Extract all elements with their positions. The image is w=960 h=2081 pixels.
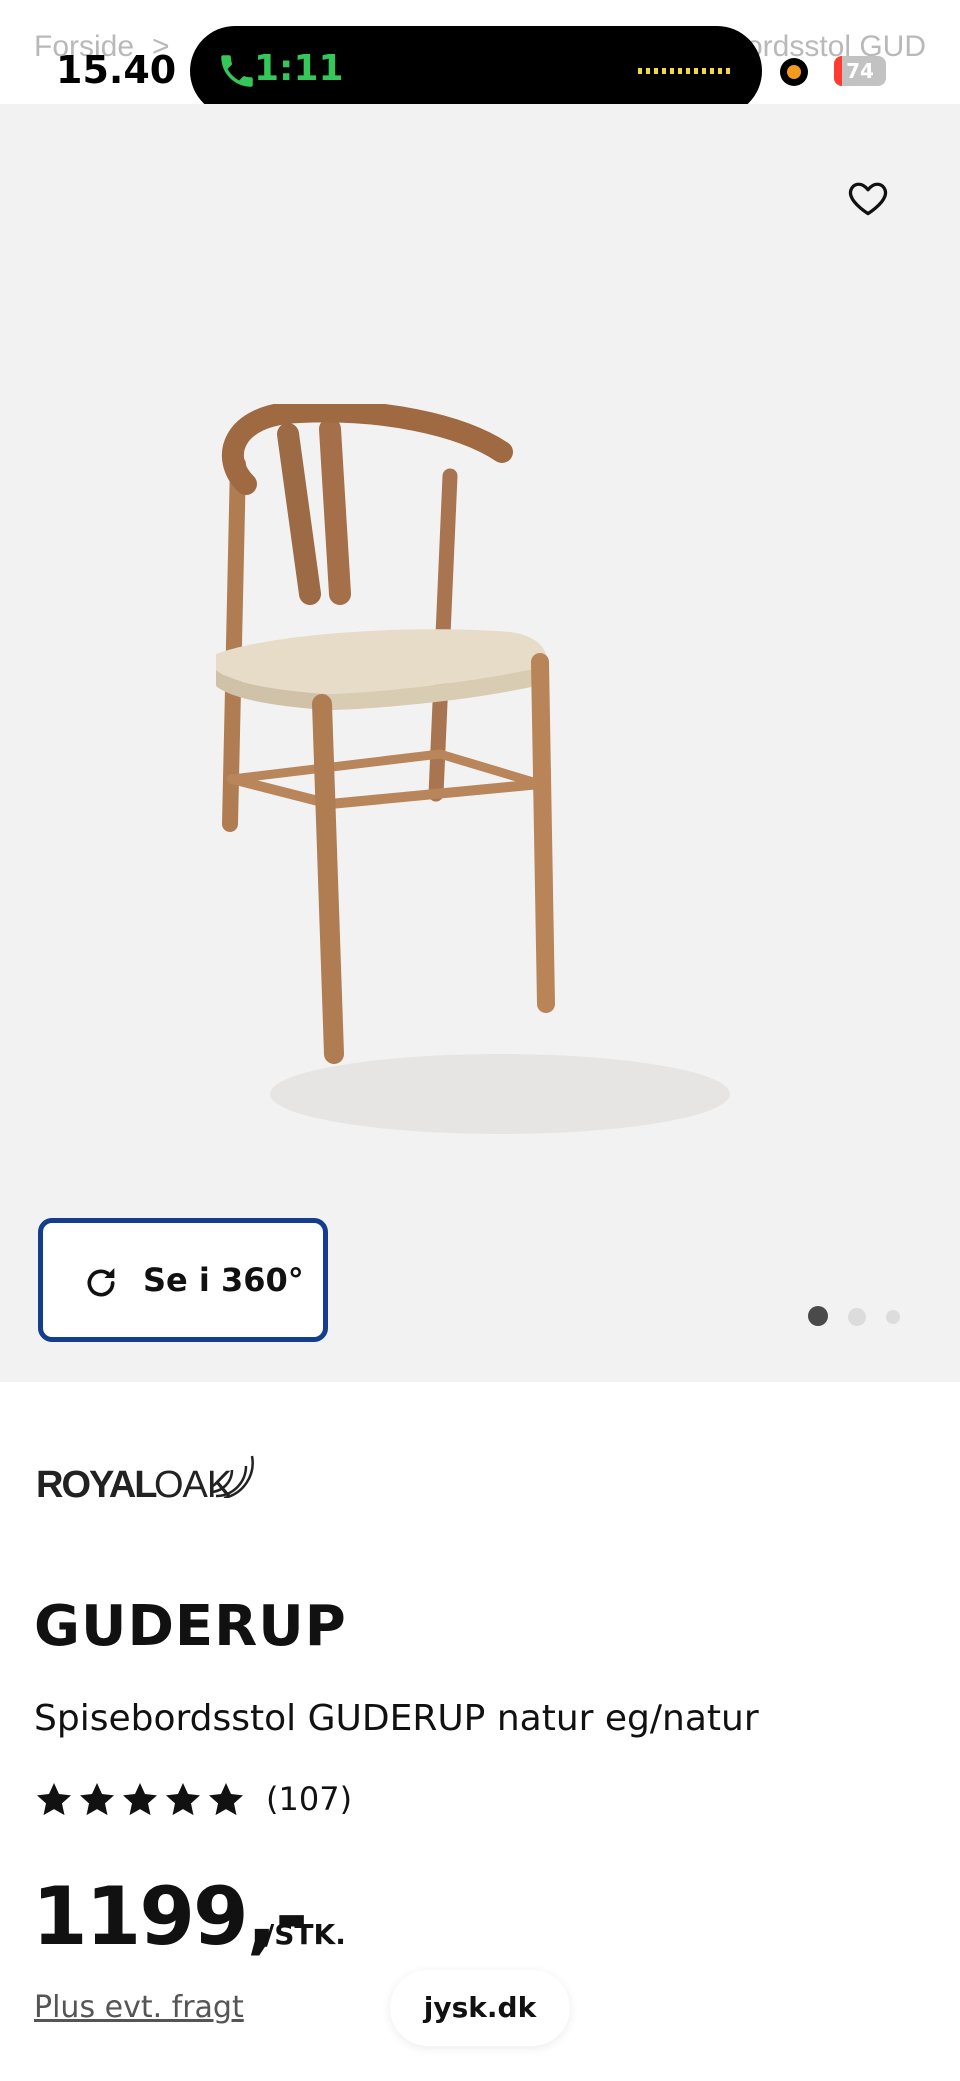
- star-icon: [166, 1783, 200, 1816]
- heart-icon[interactable]: [846, 176, 890, 220]
- battery-level: 74: [846, 59, 874, 83]
- shipping-link[interactable]: Plus evt. fragt: [34, 1990, 244, 2025]
- star-icon: [37, 1783, 71, 1816]
- product-title: GUDERUP: [34, 1594, 347, 1659]
- product-image-gallery[interactable]: Se i 360°: [0, 104, 960, 1382]
- dynamic-island-call[interactable]: 1:11: [190, 26, 762, 116]
- rating-stars[interactable]: [34, 1780, 249, 1824]
- brand-name-part1: ROYAL: [36, 1464, 158, 1506]
- battery-icon: 74: [834, 56, 886, 86]
- carousel-dot-2[interactable]: [848, 1308, 866, 1326]
- brand-logo[interactable]: ROYAL OAK: [36, 1440, 254, 1510]
- rotate-icon: [87, 1268, 115, 1297]
- carousel-dot-1[interactable]: [808, 1306, 828, 1326]
- brand-arcs-icon: [209, 1455, 254, 1498]
- phone-icon: [221, 55, 253, 87]
- call-timer: 1:11: [254, 48, 344, 89]
- review-count[interactable]: (107): [266, 1780, 352, 1818]
- star-icon: [123, 1783, 157, 1816]
- product-image-chair: [216, 404, 730, 1134]
- clock: 15.40: [56, 48, 177, 92]
- star-icon: [80, 1783, 114, 1816]
- carousel-dot-3[interactable]: [886, 1310, 900, 1324]
- recording-indicator-icon: [780, 58, 808, 86]
- product-description: Spisebordsstol GUDERUP natur eg/natur: [34, 1698, 759, 1739]
- price-unit: /STK.: [264, 1918, 346, 1951]
- view-360-label: Se i 360°: [143, 1261, 304, 1299]
- star-icon: [209, 1783, 243, 1816]
- status-bar: Forside > ordsstol GUD 15.40 1:11 74: [0, 0, 960, 116]
- audio-waveform-icon: [638, 68, 730, 74]
- browser-url-pill[interactable]: jysk.dk: [390, 1970, 570, 2046]
- view-360-button[interactable]: Se i 360°: [38, 1218, 328, 1342]
